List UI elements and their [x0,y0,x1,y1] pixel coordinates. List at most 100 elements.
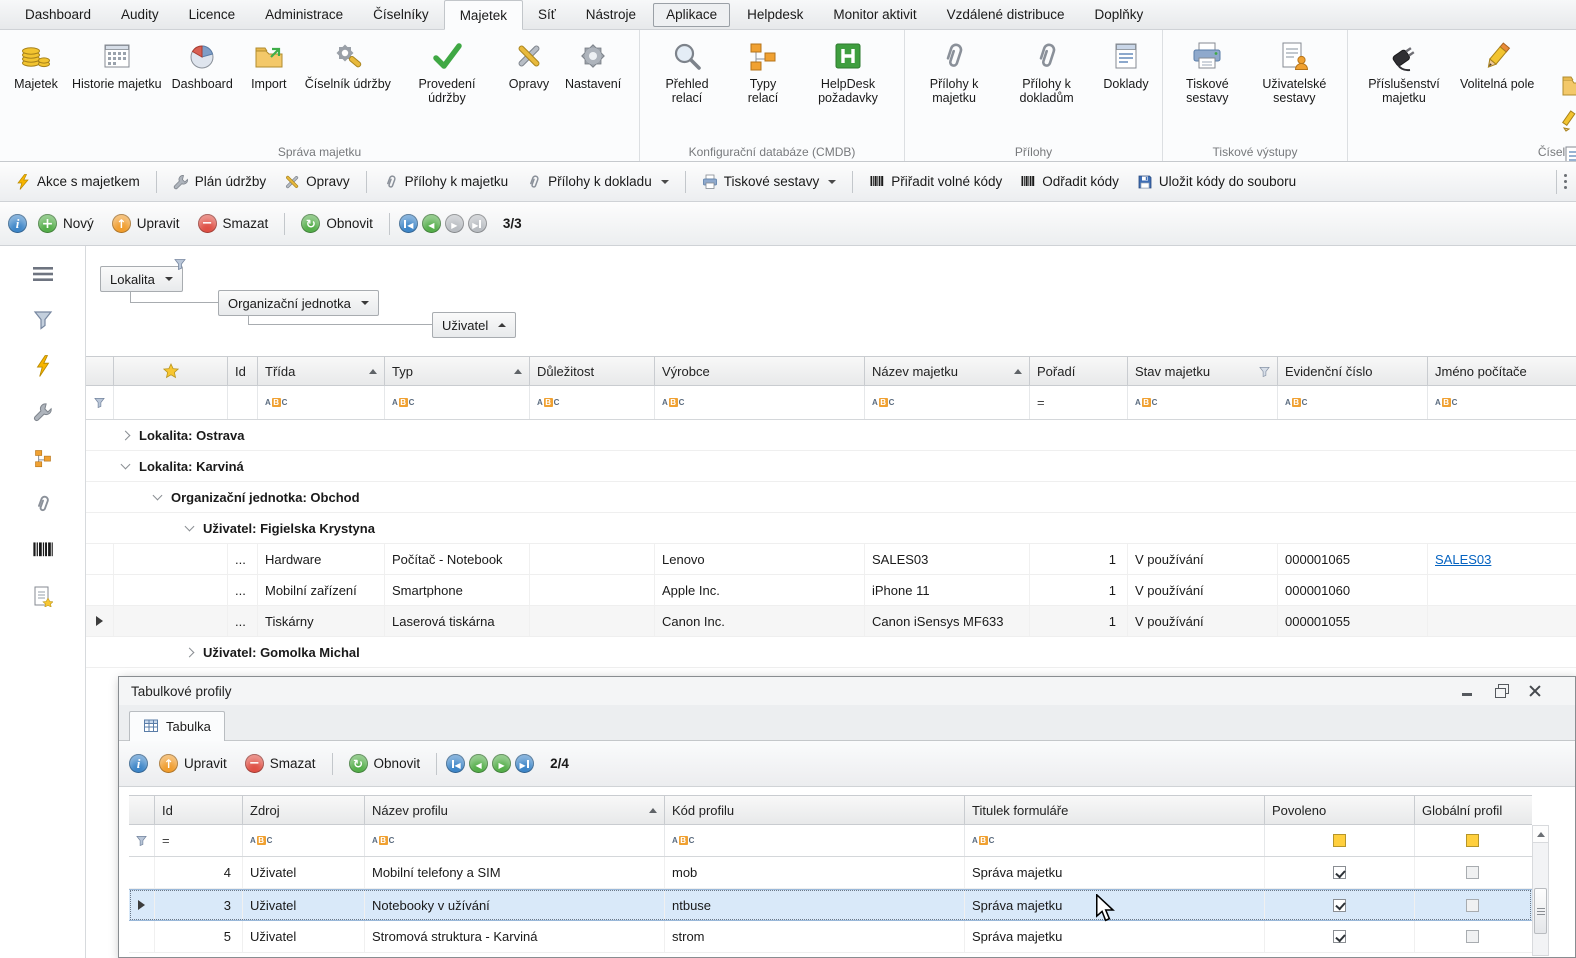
relations-tree-icon[interactable] [21,440,65,476]
cell-zdroj[interactable]: Uživatel [243,857,365,888]
ribbon-button-prislusenstvi-majetku[interactable]: Příslušenství majetku [1354,35,1454,110]
table-row-selected[interactable]: 3 Uživatel Notebooky v užívání ntbuse Sp… [129,889,1532,921]
cell-nazev[interactable]: iPhone 11 [865,575,1030,605]
nav-next-button[interactable] [492,754,511,773]
filter-cell-nazev[interactable] [365,825,665,856]
cell-nazev-profilu[interactable]: Notebooky v užívání [365,890,665,920]
cell-kod-profilu[interactable]: ntbuse [665,890,965,920]
column-header-typ[interactable]: Typ [385,357,530,385]
filter-cell-poradi[interactable]: = [1030,386,1128,419]
filter-cell-dulezitost[interactable] [530,386,655,419]
column-header-poradi[interactable]: Pořadí [1030,357,1128,385]
expand-icon[interactable] [121,430,131,440]
group-row-lokalita-karvina[interactable]: Lokalita: Karviná [86,451,1576,482]
toolbar-button-tiskove-sestavy[interactable]: Tiskové sestavy [695,170,844,194]
filter-cell-id[interactable]: = [155,825,243,856]
column-header-nazev-majetku[interactable]: Název majetku [865,357,1030,385]
menu-tab-doplnky[interactable]: Doplňky [1080,0,1159,29]
cell-povoleno[interactable] [1265,921,1415,952]
toolbar-button-odradit-kody[interactable]: Odřadit kódy [1013,170,1126,194]
cell-typ[interactable]: Laserová tiskárna [385,606,530,636]
nav-first-button[interactable] [446,754,465,773]
actions-lightning-icon[interactable] [21,348,65,384]
cell-zdroj[interactable]: Uživatel [243,921,365,952]
menu-tab-majetek[interactable]: Majetek [444,0,523,30]
menu-tab-dashboard[interactable]: Dashboard [10,0,106,29]
collapse-icon[interactable] [121,459,131,469]
new-profile-icon[interactable] [21,578,65,614]
cell-evidencni[interactable]: 000001065 [1278,544,1428,574]
checkbox-checked[interactable] [1333,866,1346,879]
column-header-nazev-profilu[interactable]: Název profilu [365,796,665,824]
cell-povoleno[interactable] [1265,890,1415,920]
table-row[interactable]: 5 Uživatel Stromová struktura - Karviná … [129,921,1532,953]
ribbon-button-nastaveni[interactable]: Nastavení [561,35,625,95]
cell-vyrobce[interactable]: Lenovo [655,544,865,574]
ribbon-button-import[interactable]: Import [239,35,299,95]
group-row-uzivatel-gomolka[interactable]: Uživatel: Gomolka Michal [86,637,1576,668]
filter-cell-typ[interactable] [385,386,530,419]
filter-checkbox[interactable] [1333,834,1346,847]
column-header-jmeno-pocitace[interactable]: Jméno počítače [1428,357,1576,385]
column-header-id[interactable]: Id [155,796,243,824]
filter-cell-id[interactable] [228,386,258,419]
cell-trida[interactable]: Tiskárny [258,606,385,636]
toolbar-button-opravy[interactable]: Opravy [277,170,357,194]
ribbon-button-provedeni-udrzby[interactable]: Provedení údržby [397,35,497,110]
refresh-button[interactable]: Obnovit [342,750,428,777]
ribbon-button-ciselnik-udrzby[interactable]: Číselník údržby [301,35,395,95]
barcode-icon[interactable] [21,532,65,568]
cell-poradi[interactable]: 1 [1030,606,1128,636]
ribbon-button-historie-majetku[interactable]: Historie majetku [68,35,166,95]
cell-prefix[interactable]: ... [228,575,258,605]
filter-cell-vyrobce[interactable] [655,386,865,419]
toolbar-button-ulozit-kody-do-souboru[interactable]: Uložit kódy do souboru [1130,170,1303,194]
ribbon-button-volitelna-pole[interactable]: Volitelná pole [1456,35,1538,95]
scrollbar-thumb[interactable] [1534,888,1547,934]
filter-checkbox[interactable] [1466,834,1479,847]
cell-globalni[interactable] [1415,921,1530,952]
ribbon-button-dashboard[interactable]: Dashboard [168,35,237,95]
ribbon-button-doklady[interactable]: Doklady [1096,35,1156,95]
cell-star[interactable] [114,575,228,605]
cell-titulek[interactable]: Správa majetku [965,921,1265,952]
checkbox-checked[interactable] [1333,899,1346,912]
cell-nazev[interactable]: SALES03 [865,544,1030,574]
menu-tab-licence[interactable]: Licence [174,0,251,29]
minimize-button[interactable] [1455,682,1479,700]
table-row[interactable]: ... Hardware Počítač - Notebook Lenovo S… [86,544,1576,575]
checkbox-unchecked[interactable] [1466,866,1479,879]
ribbon-button-uzivatelske-sestavy[interactable]: Uživatelské sestavy [1248,35,1341,110]
edit-button[interactable]: Upravit [152,750,234,777]
cell-id[interactable]: 4 [155,857,243,888]
cell-nazev[interactable]: Canon iSensys MF633 [865,606,1030,636]
cell-stav[interactable]: V používání [1128,544,1278,574]
restore-button[interactable] [1489,682,1513,700]
menu-tab-vzdalene-distribuce[interactable]: Vzdálené distribuce [932,0,1080,29]
cell-trida[interactable]: Mobilní zařízení [258,575,385,605]
group-by-lokalita[interactable]: Lokalita [100,266,183,292]
filter-cell-titulek[interactable] [965,825,1265,856]
toolbar-overflow-button[interactable] [1556,170,1568,194]
cell-globalni[interactable] [1415,890,1530,920]
cell-poradi[interactable]: 1 [1030,575,1128,605]
delete-button[interactable]: Smazat [238,750,323,777]
cell-id[interactable]: 3 [155,890,243,920]
filter-cell-evidencni[interactable] [1278,386,1428,419]
scroll-up-button[interactable] [1533,826,1548,843]
checkbox-checked[interactable] [1333,930,1346,943]
column-header-kod-profilu[interactable]: Kód profilu [665,796,965,824]
ribbon-button-majetek[interactable]: Majetek [6,35,66,95]
nav-previous-button[interactable] [469,754,488,773]
ribbon-button-typy-relaci[interactable]: Typy relací [730,35,796,110]
cell-jmeno-pocitace-link[interactable]: SALES03 [1428,544,1576,574]
column-header-trida[interactable]: Třída [258,357,385,385]
delete-button[interactable]: Smazat [191,210,276,237]
group-by-organizacni-jednotka[interactable]: Organizační jednotka [218,290,379,316]
toolbar-button-priradit-volne-kody[interactable]: Přiřadit volné kódy [862,170,1009,194]
column-header-dulezitost[interactable]: Důležitost [530,357,655,385]
menu-tab-administrace[interactable]: Administrace [250,0,358,29]
menu-tab-helpdesk[interactable]: Helpdesk [732,0,818,29]
cell-typ[interactable]: Smartphone [385,575,530,605]
filter-cell-kod[interactable] [665,825,965,856]
